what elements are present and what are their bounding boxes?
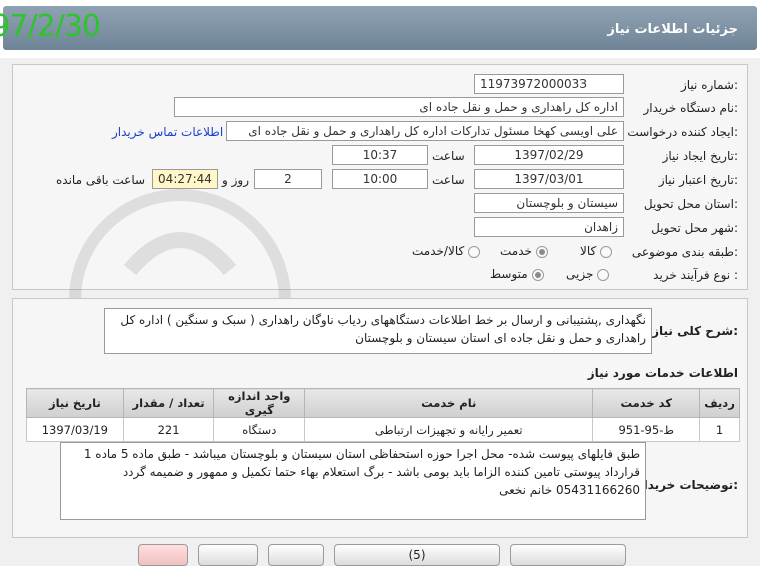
- category-label: طبقه بندی موضوعی:: [631, 245, 738, 259]
- col-service-name: نام خدمت: [304, 388, 594, 418]
- radio-service[interactable]: [535, 245, 548, 258]
- days-label: روز و: [222, 173, 249, 187]
- col-need-date: تاریخ نیاز: [26, 388, 124, 418]
- buyer-notes-label: توضیحات خریدار:: [636, 478, 738, 492]
- buyer-org-field[interactable]: اداره کل راهداری و حمل و نقل جاده ای: [174, 97, 624, 117]
- cell-quantity: 221: [122, 417, 215, 442]
- radio-goods[interactable]: [600, 245, 613, 258]
- purchase-medium-label: متوسط: [490, 267, 528, 281]
- col-quantity: تعداد / مقدار: [122, 388, 215, 418]
- category-option-both[interactable]: کالا/خدمت: [412, 244, 481, 258]
- requester-field[interactable]: علی اویسی کهخا مسئول تدارکات اداره کل را…: [226, 121, 624, 141]
- radio-both[interactable]: [468, 245, 481, 258]
- button-3[interactable]: [268, 544, 324, 566]
- validity-time-label: ساعت: [432, 173, 465, 187]
- purchase-option-medium[interactable]: متوسط: [490, 267, 544, 281]
- purchase-type-label: نوع فرآیند خرید :: [653, 268, 738, 282]
- header-date: 97/2/30: [0, 9, 101, 44]
- col-service-code: کد خدمت: [592, 388, 701, 418]
- created-date-field[interactable]: 1397/02/29: [474, 145, 624, 165]
- validity-date-field[interactable]: 1397/03/01: [474, 169, 624, 189]
- col-row-number: ردیف: [699, 388, 740, 418]
- cell-need-date: 1397/03/19: [26, 417, 124, 442]
- radio-medium[interactable]: [531, 268, 544, 281]
- cell-service-name: تعمیر رایانه و تجهیزات ارتباطی: [304, 417, 594, 442]
- requester-label: ایجاد کننده درخواست:: [627, 125, 738, 139]
- radio-minor[interactable]: [597, 268, 610, 281]
- remaining-time-field: 04:27:44: [152, 169, 218, 189]
- purchase-option-minor[interactable]: جزیی: [566, 267, 610, 281]
- buyer-notes-textarea[interactable]: طبق فایلهای پیوست شده- محل اجرا حوزه است…: [60, 442, 646, 520]
- cell-row-number: 1: [699, 417, 740, 442]
- created-time-label: ساعت: [432, 149, 465, 163]
- need-number-label: شماره نیاز:: [680, 78, 738, 92]
- description-label: شرح کلی نیاز:: [652, 324, 738, 338]
- category-option-goods[interactable]: کالا: [580, 244, 613, 258]
- validity-time-field[interactable]: 10:00: [332, 169, 428, 189]
- button-2[interactable]: [198, 544, 258, 566]
- col-unit: واحد اندازه گیری: [213, 388, 306, 418]
- buyer-org-label: نام دستگاه خریدار:: [643, 101, 739, 115]
- services-table: تاریخ نیاز تعداد / مقدار واحد اندازه گیر…: [26, 388, 740, 442]
- description-textarea[interactable]: نگهداری ,پشتیبانی و ارسال بر خط اطلاعات …: [104, 308, 652, 354]
- validity-date-label: تاریخ اعتبار نیاز:: [658, 173, 738, 187]
- button-4[interactable]: (5): [334, 544, 500, 566]
- city-field[interactable]: زاهدان: [474, 217, 624, 237]
- category-option-service[interactable]: خدمت: [500, 244, 548, 258]
- need-number-field[interactable]: 1197397200003З: [474, 74, 624, 94]
- purchase-minor-label: جزیی: [566, 267, 594, 281]
- cell-unit: دستگاه: [213, 417, 306, 442]
- button-1[interactable]: [138, 544, 188, 566]
- services-header-row: تاریخ نیاز تعداد / مقدار واحد اندازه گیر…: [26, 388, 740, 418]
- created-time-field[interactable]: 10:37: [332, 145, 428, 165]
- page-title: جزئیات اطلاعات نیاز: [607, 22, 738, 37]
- cell-service-code: ط-95-951: [592, 417, 701, 442]
- category-goods-label: کالا: [580, 244, 597, 258]
- days-remaining-field[interactable]: 2: [254, 169, 322, 189]
- category-service-label: خدمت: [500, 244, 532, 258]
- table-row[interactable]: 1397/03/19 221 دستگاه تعمیر رایانه و تجه…: [26, 417, 740, 442]
- services-title: اطلاعات خدمات مورد نیاز: [587, 366, 738, 380]
- contact-info-link[interactable]: اطلاعات تماس خریدار: [112, 125, 223, 139]
- button-5[interactable]: [510, 544, 626, 566]
- city-label: شهر محل تحویل:: [651, 221, 738, 235]
- header: 97/2/30 جزئیات اطلاعات نیاز: [0, 0, 760, 58]
- province-label: استان محل تحویل:: [643, 197, 738, 211]
- remaining-label: ساعت باقی مانده: [56, 173, 146, 187]
- category-both-label: کالا/خدمت: [412, 244, 465, 258]
- province-field[interactable]: سیستان و بلوچستان: [474, 193, 624, 213]
- created-date-label: تاریخ ایجاد نیاز:: [662, 149, 738, 163]
